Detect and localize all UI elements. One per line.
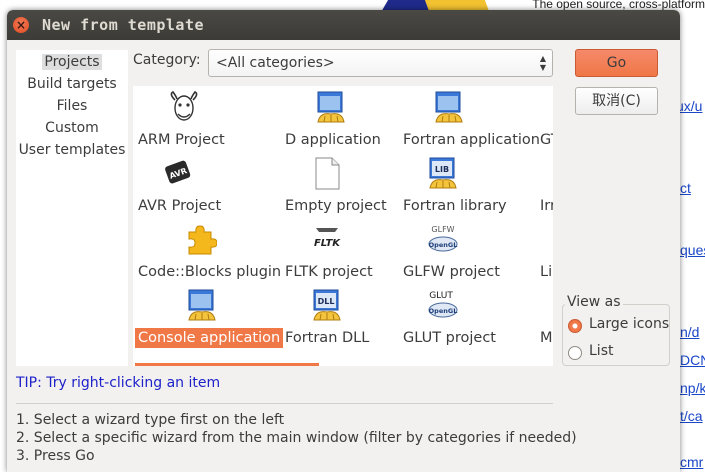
wizard-fortran-application[interactable]: Fortran application [398,86,543,152]
selection-indicator [135,363,319,366]
svg-text:GLFW: GLFW [431,225,454,234]
wizard-label: Fortran library [403,198,507,214]
category-select[interactable]: <All categories> ▲ ▼ [208,49,553,77]
category-value: <All categories> [216,55,335,71]
background-link[interactable]: DCN [680,352,705,368]
list-radio[interactable] [568,346,582,360]
wizard-label: FLTK project [285,264,373,280]
wizard-label: GLFW project [403,264,500,280]
divider [16,403,553,404]
wizard-label: Fortran DLL [285,330,370,346]
svg-text:OpenGL: OpenGL [429,241,458,249]
go-button[interactable]: Go [575,49,658,77]
lib-shell-icon: LIB [429,157,457,189]
wizard-label: Console application [135,328,284,348]
wizard-glfw-project[interactable]: GLFW OpenGL GLFW project [398,218,543,284]
blank-page-icon [315,157,340,190]
spinner-arrows-icon: ▲ ▼ [539,54,546,72]
cancel-button[interactable]: 取消(C) [575,87,658,115]
background-link[interactable]: cmr [680,454,703,470]
background-link[interactable]: np/k [680,380,705,396]
type-item-custom[interactable]: Custom [16,117,128,139]
svg-text:LIB: LIB [435,165,449,174]
dialog-titlebar[interactable]: × New from template [7,10,680,40]
step-text: 2. Select a specific wizard from the mai… [16,430,577,446]
wizard-arm-project[interactable]: ARM Project [133,86,278,152]
svg-text:DLL: DLL [318,297,335,306]
view-as-title: View as [565,294,623,310]
window-shell-icon [435,91,463,123]
window-shell-icon [188,289,216,321]
type-item-files[interactable]: Files [16,95,128,117]
background-link[interactable]: ques [680,242,705,258]
glfw-opengl-icon: GLFW OpenGL [428,225,458,252]
puzzle-icon [188,225,217,255]
type-item-build-targets[interactable]: Build targets [16,73,128,95]
wizard-lig[interactable]: Lig [535,218,553,284]
wizard-label: Irrl [540,198,553,214]
instruction-steps: 1. Select a wizard type first on the lef… [16,411,577,465]
close-icon[interactable]: × [13,17,29,33]
wizard-grid: ARM Project D application Fortran applic… [133,86,553,366]
step-text: 3. Press Go [16,448,95,464]
wizard-label: MC [540,330,553,346]
list-label[interactable]: List [589,343,613,359]
tip-text: TIP: Try right-clicking an item [16,375,221,391]
dll-shell-icon: DLL [313,289,341,321]
window-shell-icon [317,91,345,123]
svg-text:FLTK: FLTK [314,238,341,249]
wizard-label: D application [285,132,381,148]
gnu-icon [170,90,198,121]
wizard-console-application[interactable]: Console application [133,284,284,350]
step-text: 1. Select a wizard type first on the lef… [16,412,285,428]
large-icons-label[interactable]: Large icons [589,316,669,332]
wizard-label: ARM Project [138,132,225,148]
wizard-mc[interactable]: MC [535,284,553,350]
wizard-codeblocks-plugin[interactable]: Code::Blocks plugin [133,218,282,284]
wizard-label: GTI [540,132,553,148]
wizard-label: Lig [540,264,553,280]
dialog-title: New from template [42,16,205,34]
svg-text:OpenGL: OpenGL [429,307,458,315]
wizard-label: GLUT project [403,330,496,346]
category-label: Category: [133,52,201,68]
wizard-label: Empty project [285,198,387,214]
background-link[interactable]: t/ca [680,408,703,424]
wizard-label: AVR Project [138,198,222,214]
template-type-list: Projects Build targets Files Custom User… [16,50,128,366]
wizard-glut-project[interactable]: GLUT OpenGL GLUT project [398,284,543,350]
wizard-fortran-library[interactable]: LIB Fortran library [398,152,543,218]
type-item-user-templates[interactable]: User templates [16,139,128,161]
svg-text:GLUT: GLUT [429,291,453,301]
type-item-projects[interactable]: Projects [16,51,128,73]
avr-chip-icon: AVR [165,160,191,184]
wizard-label: Fortran application [403,132,540,148]
background-link[interactable]: ct [680,180,691,196]
wizard-avr-project[interactable]: AVR AVR Project [133,152,278,218]
new-from-template-dialog: × New from template Projects Build targe… [7,10,680,472]
wizard-gti[interactable]: GTI [535,86,553,152]
glut-opengl-icon: GLUT OpenGL [428,291,458,318]
large-icons-radio[interactable] [568,319,582,333]
fltk-icon: FLTK [314,228,341,249]
wizard-label: Code::Blocks plugin [138,264,282,280]
background-link[interactable]: n/d [680,324,699,340]
wizard-irrl[interactable]: Irrl [535,152,553,218]
